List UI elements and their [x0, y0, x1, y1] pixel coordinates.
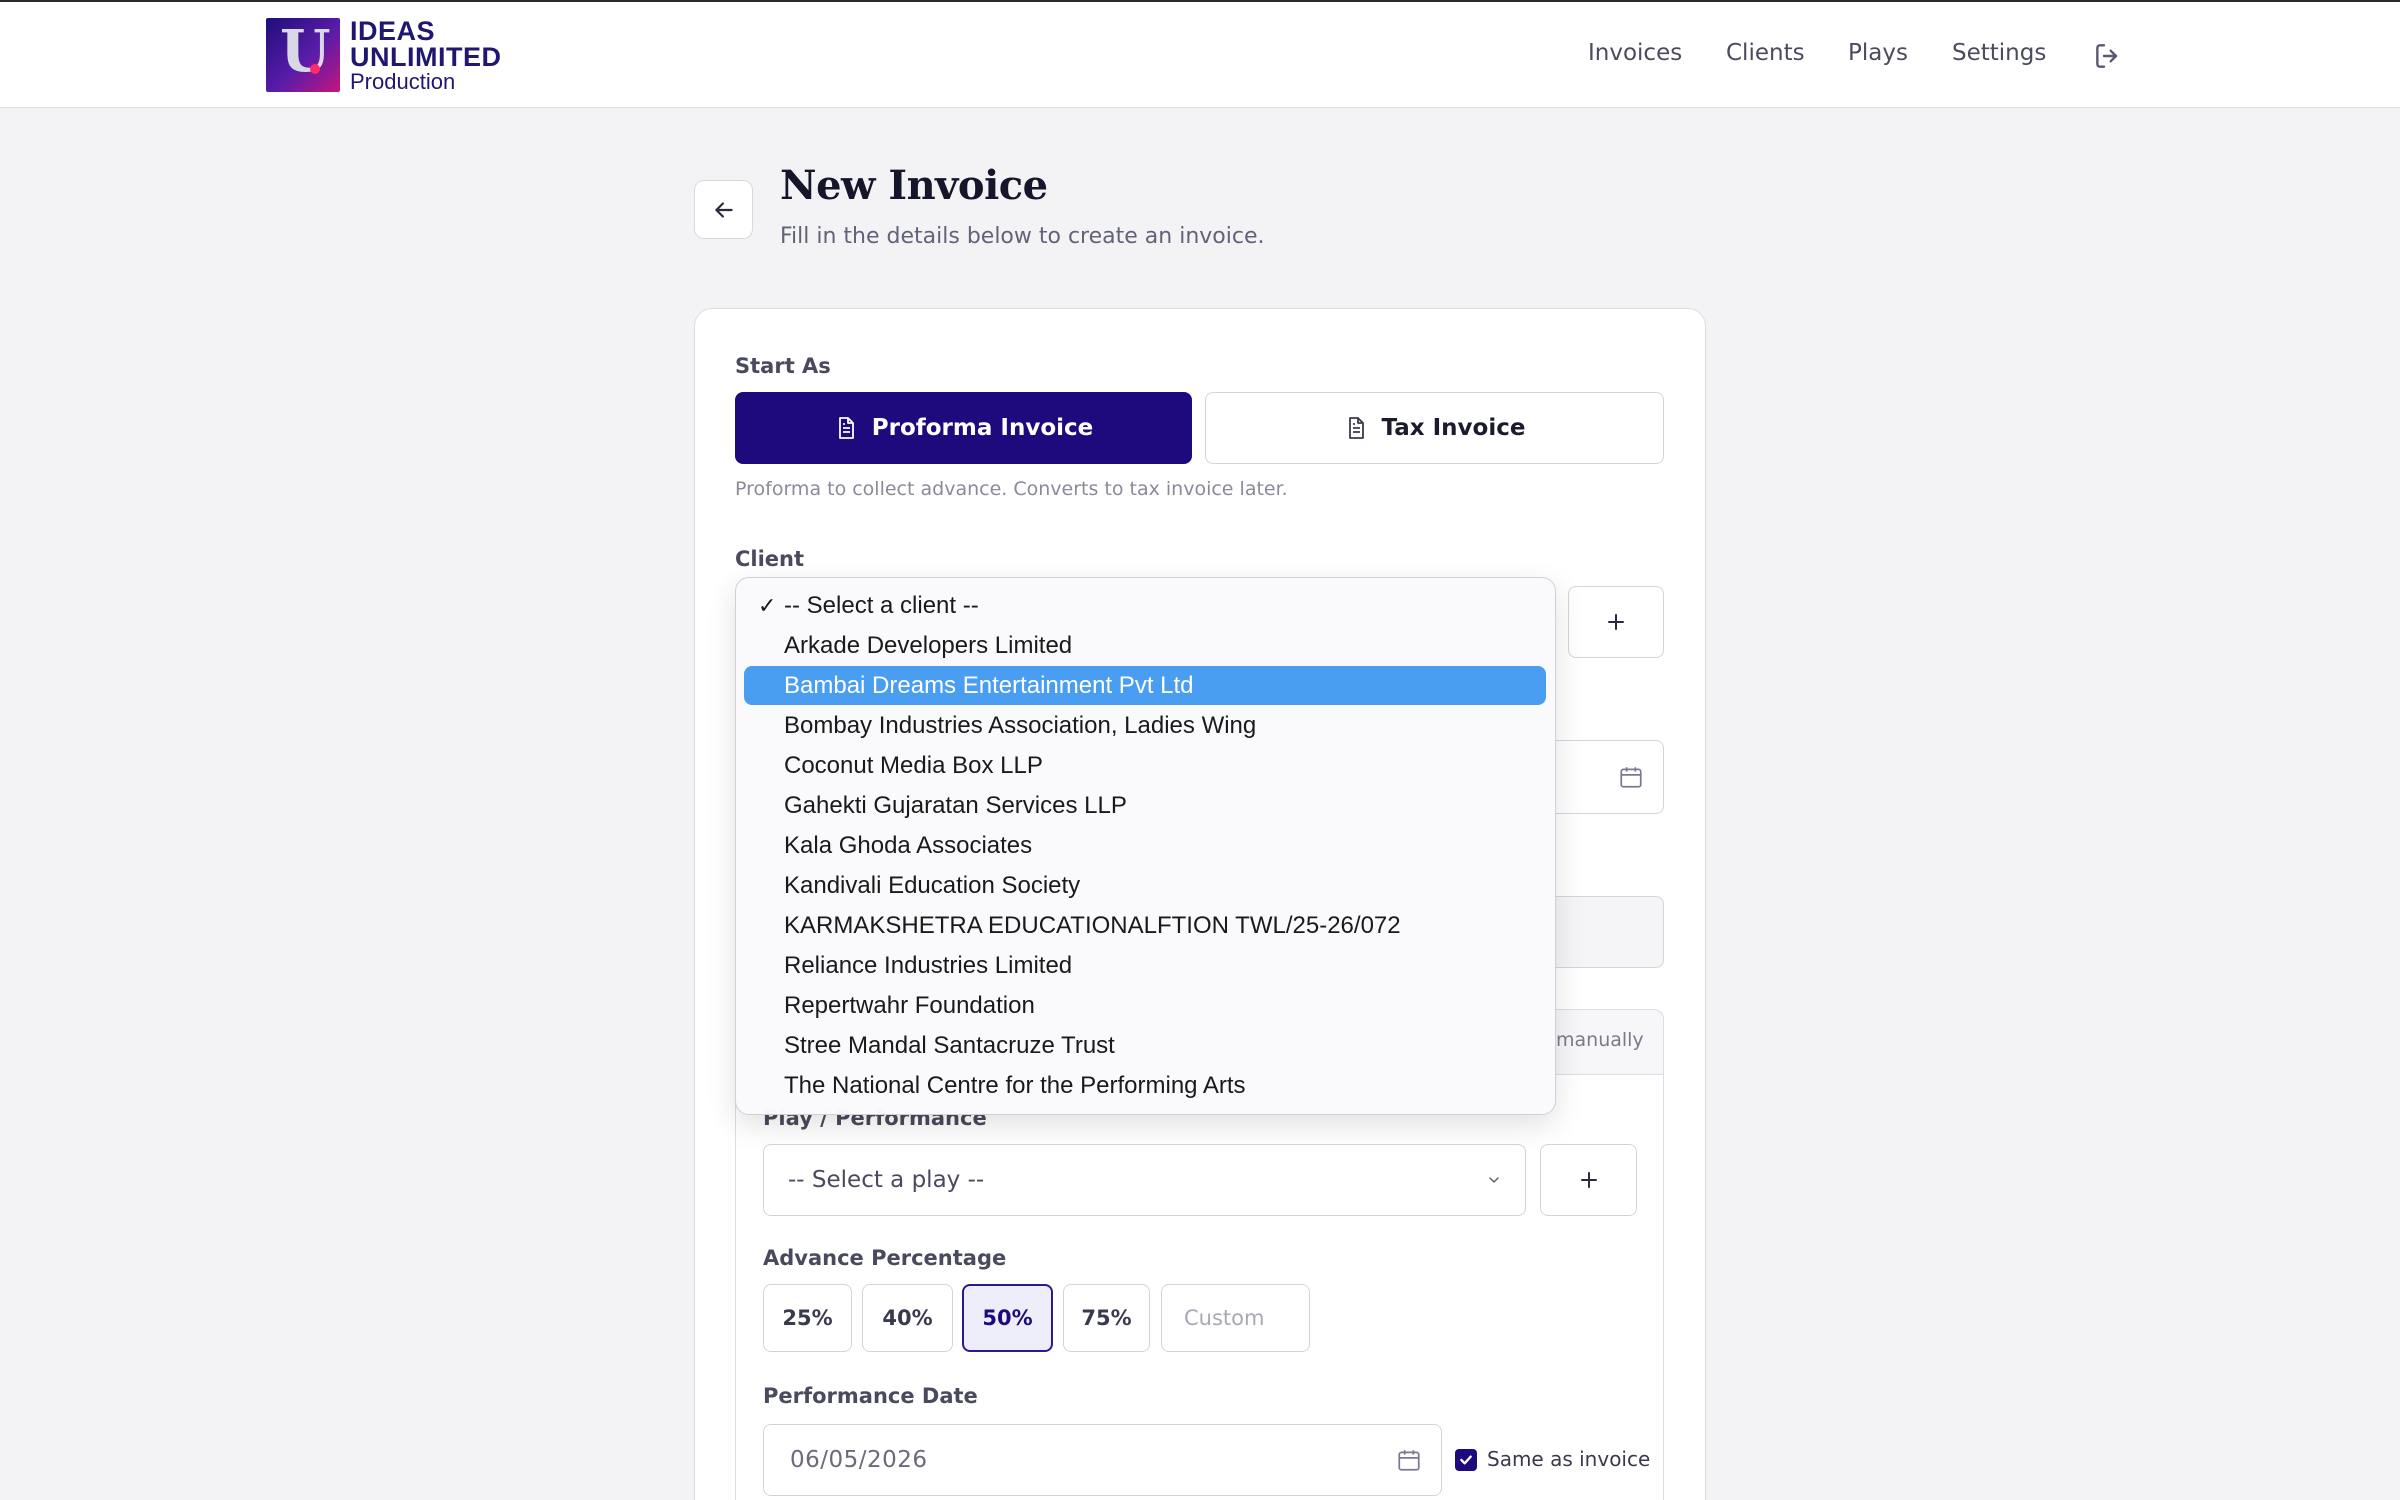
calendar-icon[interactable] [1396, 1447, 1422, 1473]
client-option[interactable]: Kandivali Education Society [744, 866, 1546, 905]
play-select-value: -- Select a play -- [788, 1167, 985, 1193]
plus-icon [1608, 614, 1624, 630]
client-option-highlighted[interactable]: Bambai Dreams Entertainment Pvt Ltd [744, 666, 1546, 705]
nav-invoices[interactable]: Invoices [1588, 40, 1682, 66]
custom-percentage-input[interactable]: Custom [1161, 1284, 1310, 1352]
invoice-type-hint: Proforma to collect advance. Converts to… [735, 478, 1288, 500]
check-icon [1460, 1455, 1472, 1465]
client-option-label: Kala Ghoda Associates [784, 831, 1033, 859]
nav-plays[interactable]: Plays [1848, 40, 1908, 66]
client-option[interactable]: Coconut Media Box LLP [744, 746, 1546, 785]
client-option-label: Gahekti Gujaratan Services LLP [784, 791, 1127, 819]
proforma-invoice-label: Proforma Invoice [871, 415, 1094, 441]
advance-25-button[interactable]: 25% [763, 1284, 852, 1352]
brand-wordmark: IDEAS UNLIMITED Production [350, 15, 502, 94]
client-option-label: Reliance Industries Limited [784, 951, 1073, 979]
top-navigation-bar: U IDEAS UNLIMITED Production Invoices Cl… [0, 0, 2400, 108]
add-play-button[interactable] [1540, 1144, 1637, 1216]
brand-logo[interactable]: U IDEAS UNLIMITED Production [266, 15, 502, 94]
client-option[interactable]: Arkade Developers Limited [744, 626, 1546, 665]
client-dropdown-list: ✓ -- Select a client -- Arkade Developer… [735, 577, 1556, 1115]
brand-line-3: Production [350, 68, 456, 94]
tax-invoice-label: Tax Invoice [1381, 415, 1526, 441]
nav-settings[interactable]: Settings [1952, 40, 2046, 66]
page-subtitle: Fill in the details below to create an i… [780, 224, 1265, 249]
client-option[interactable]: Gahekti Gujaratan Services LLP [744, 786, 1546, 825]
advance-75-button[interactable]: 75% [1063, 1284, 1150, 1352]
client-option-label: Stree Mandal Santacruze Trust [784, 1031, 1115, 1059]
logo-mark-icon: U [266, 18, 340, 92]
client-option[interactable]: ✓ -- Select a client -- [744, 586, 1546, 625]
calendar-icon[interactable] [1618, 764, 1644, 790]
client-option-label: Bombay Industries Association, Ladies Wi… [784, 711, 1257, 739]
arrow-left-icon [714, 201, 733, 218]
play-select[interactable]: -- Select a play -- [763, 1144, 1526, 1216]
tax-invoice-button[interactable]: Tax Invoice [1205, 392, 1664, 464]
document-icon [838, 417, 854, 439]
brand-line-2: UNLIMITED [350, 42, 502, 73]
document-icon [1348, 417, 1364, 439]
client-option-label: Bambai Dreams Entertainment Pvt Ltd [784, 671, 1194, 699]
enter-manually-tab[interactable]: manually [1556, 1029, 1644, 1051]
client-option[interactable]: Bombay Industries Association, Ladies Wi… [744, 706, 1546, 745]
client-option[interactable]: KARMAKSHETRA EDUCATIONALFTION TWL/25-26/… [744, 906, 1546, 945]
performance-date-label: Performance Date [763, 1384, 978, 1408]
client-option-label: -- Select a client -- [784, 591, 979, 619]
plus-icon [1580, 1172, 1597, 1188]
client-option-label: Kandivali Education Society [784, 871, 1081, 899]
client-option[interactable]: Reliance Industries Limited [744, 946, 1546, 985]
chevron-down-icon [1489, 1177, 1499, 1183]
nav-clients[interactable]: Clients [1726, 40, 1805, 66]
checkmark-icon: ✓ [758, 592, 777, 618]
advance-percentage-label: Advance Percentage [763, 1246, 1007, 1270]
performance-date-input[interactable]: 06/05/2026 [763, 1424, 1442, 1496]
client-option-label: Coconut Media Box LLP [784, 751, 1043, 779]
page-title: New Invoice [780, 162, 1048, 209]
start-as-label: Start As [735, 354, 831, 378]
client-option-label: Arkade Developers Limited [784, 631, 1073, 659]
client-option-label: The National Centre for the Performing A… [784, 1071, 1246, 1099]
client-option-label: KARMAKSHETRA EDUCATIONALFTION TWL/25-26/… [784, 911, 1401, 939]
client-option[interactable]: Repertwahr Foundation [744, 986, 1546, 1025]
same-as-invoice-label[interactable]: Same as invoice [1487, 1447, 1650, 1471]
same-as-invoice-checkbox[interactable] [1455, 1449, 1477, 1471]
back-button[interactable] [694, 180, 753, 239]
add-client-button[interactable] [1568, 586, 1664, 658]
client-option[interactable]: The National Centre for the Performing A… [744, 1066, 1546, 1105]
proforma-invoice-button[interactable]: Proforma Invoice [735, 392, 1192, 464]
logout-icon[interactable] [2092, 40, 2124, 72]
brand-line-1: IDEAS [350, 15, 436, 46]
client-label: Client [735, 547, 805, 571]
client-option[interactable]: Kala Ghoda Associates [744, 826, 1546, 865]
client-option[interactable]: Stree Mandal Santacruze Trust [744, 1026, 1546, 1065]
advance-40-button[interactable]: 40% [862, 1284, 953, 1352]
advance-50-button[interactable]: 50% [962, 1284, 1053, 1352]
client-option-label: Repertwahr Foundation [784, 991, 1035, 1019]
